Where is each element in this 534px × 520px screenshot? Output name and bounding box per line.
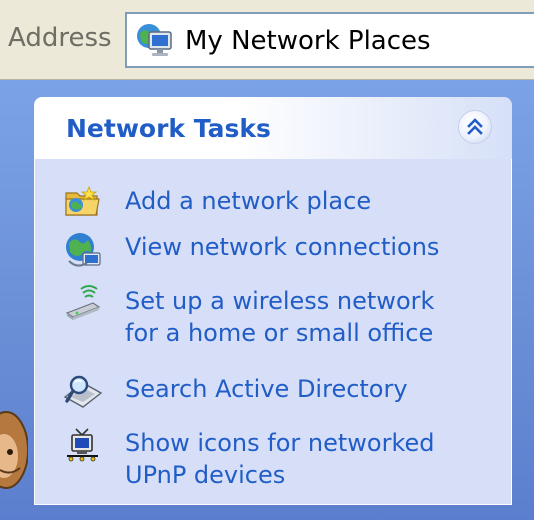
collapse-button[interactable]: [458, 110, 492, 144]
task-label: View network connections: [125, 233, 440, 261]
address-field[interactable]: My Network Places: [125, 12, 534, 68]
panel-body: Add a network place View network connect…: [34, 159, 512, 505]
address-bar: Address My Network Places: [0, 0, 534, 80]
wireless-network-icon: [65, 285, 101, 320]
task-label-line1: Set up a wireless network: [125, 287, 435, 315]
partial-avatar-icon: [0, 411, 28, 489]
my-network-places-icon: [137, 24, 172, 56]
network-connections-icon: [66, 233, 101, 267]
double-chevron-up-icon: [467, 118, 483, 135]
search-directory-icon: [63, 375, 103, 408]
task-label-line2: for a home or small office: [125, 319, 434, 347]
task-label-line2: UPnP devices: [125, 461, 286, 489]
address-value: My Network Places: [185, 26, 431, 56]
network-tasks-panel: Network Tasks Add a network place View n…: [34, 97, 512, 505]
task-label-line1: Show icons for networked: [125, 429, 435, 457]
upnp-devices-icon: [67, 428, 98, 462]
panel-title: Network Tasks: [66, 114, 271, 143]
task-label: Search Active Directory: [125, 375, 408, 403]
panel-header[interactable]: Network Tasks: [34, 97, 512, 159]
address-label: Address: [8, 23, 112, 53]
add-network-place-icon: [65, 185, 100, 216]
task-label: Add a network place: [125, 187, 372, 215]
